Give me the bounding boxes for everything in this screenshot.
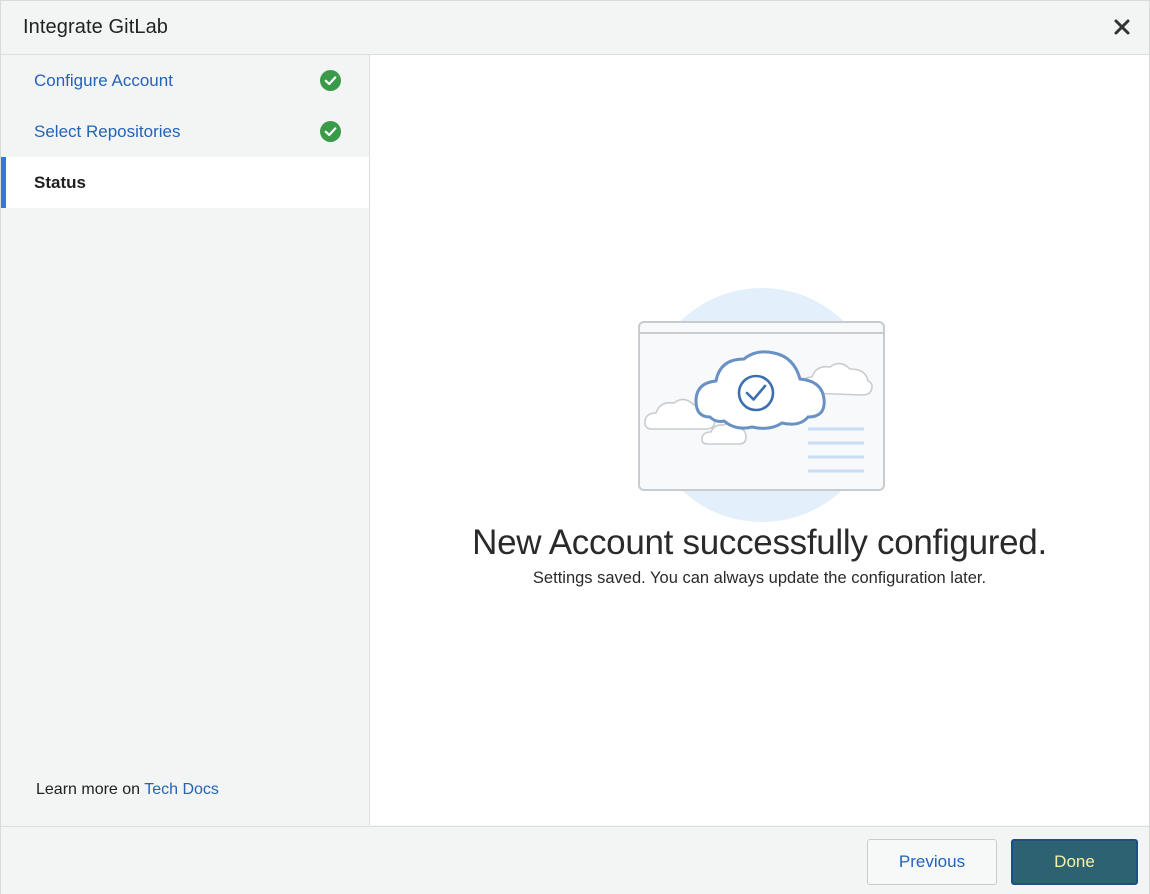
step-label: Select Repositories (34, 122, 181, 141)
success-subtitle: Settings saved. You can always update th… (532, 569, 987, 587)
previous-button[interactable]: Previous (867, 839, 997, 885)
cloud-success-illustration (638, 288, 885, 522)
close-button[interactable] (1111, 16, 1133, 38)
step-status[interactable]: Status (1, 157, 369, 208)
step-configure-account[interactable]: Configure Account (1, 55, 369, 106)
dialog-title: Integrate GitLab (23, 16, 169, 38)
done-button[interactable]: Done (1011, 839, 1138, 885)
learn-more-text: Learn more on (36, 781, 141, 798)
tech-docs-link[interactable]: Tech Docs (144, 781, 219, 798)
success-title: New Account successfully configured. (472, 523, 1047, 562)
steps-sidebar: Configure Account Select Repositories St… (1, 55, 370, 825)
step-label: Status (34, 173, 86, 192)
dialog-header: Integrate GitLab (1, 1, 1149, 55)
step-label: Configure Account (34, 71, 173, 90)
status-panel: New Account successfully configured. Set… (370, 55, 1149, 825)
check-circle-icon (320, 70, 341, 91)
close-icon (1114, 19, 1130, 35)
step-select-repositories[interactable]: Select Repositories (1, 106, 369, 157)
check-circle-icon (320, 121, 341, 142)
dialog-footer: Previous Done (1, 826, 1149, 894)
learn-more: Learn more on Tech Docs (36, 781, 219, 799)
integrate-gitlab-dialog: Integrate GitLab Configure Account Selec… (0, 0, 1150, 894)
